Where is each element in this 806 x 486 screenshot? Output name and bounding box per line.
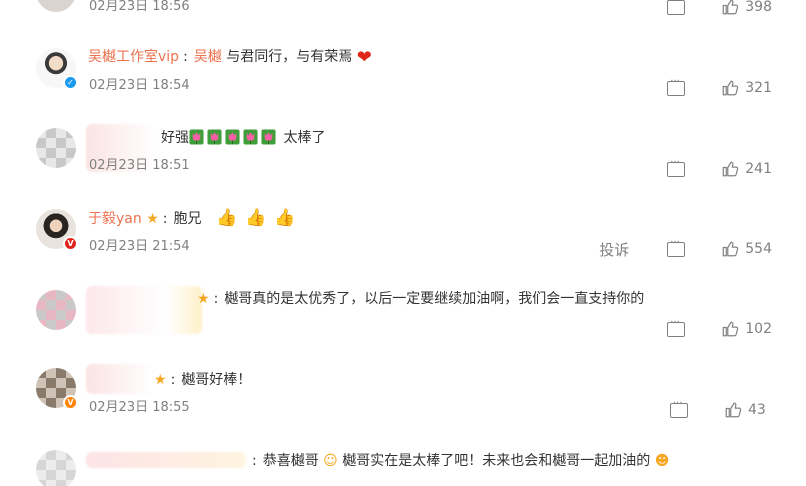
comment-body: 恭喜樾哥 (262, 453, 319, 469)
report-button[interactable]: 投诉 (599, 239, 629, 260)
colon: : (162, 211, 168, 227)
avatar[interactable] (36, 128, 76, 168)
verified-badge-icon: V (63, 236, 78, 251)
verified-badge-icon: V (63, 395, 78, 410)
reply-icon[interactable] (670, 398, 688, 418)
thumbs-up-icon (721, 240, 739, 258)
colon: : (183, 49, 188, 65)
blurred-username (86, 452, 246, 468)
tulip-emoji-icon (261, 129, 276, 145)
tulip-emoji-icon (225, 129, 240, 145)
avatar[interactable]: V (36, 368, 78, 410)
thumbs-up-emoji-icon: 👍 (245, 208, 267, 228)
comment-text: 吴樾工作室vip: 吴樾 与君同行，与有荣焉 ❤ (88, 47, 372, 68)
reply-icon[interactable] (667, 0, 686, 15)
like-button[interactable]: 398 (721, 0, 772, 16)
colon: : (252, 453, 257, 469)
comment-username[interactable]: 吴樾工作室vip (88, 49, 179, 65)
comment-body: 好强 (161, 130, 189, 146)
cheering-emoji-icon: ☺ (323, 453, 338, 469)
like-button[interactable]: 554 (721, 240, 772, 258)
like-count: 102 (745, 321, 772, 337)
thumbs-up-icon (721, 79, 739, 97)
like-count: 241 (745, 161, 772, 177)
crown-emoji-icon: ★ (197, 291, 210, 307)
colon: : (170, 372, 176, 388)
heart-emoji-icon: ❤ (356, 47, 372, 68)
comment-text: 于毅yan ★: 胞兄 👍 👍 👍 (88, 208, 303, 229)
reply-icon[interactable] (667, 76, 686, 96)
reply-icon[interactable] (667, 157, 686, 177)
verified-badge-icon: ✓ (63, 75, 78, 90)
reply-icon[interactable] (667, 237, 686, 257)
comment-actions: 241 (667, 157, 772, 179)
thumbs-up-emoji-icon: 👍 (215, 208, 238, 228)
mention-link[interactable]: 吴樾 (194, 49, 222, 65)
like-count: 321 (745, 80, 772, 96)
like-button[interactable]: 241 (721, 160, 772, 178)
avatar[interactable] (36, 450, 76, 486)
comment-body-suffix: 樾哥实在是太棒了吧！未来也会和樾哥一起加油的 (342, 453, 651, 469)
crown-emoji-icon: ★ (146, 211, 159, 227)
avatar[interactable] (36, 290, 76, 330)
comment-body-suffix: 太棒了 (283, 130, 326, 146)
thumbs-up-icon (724, 401, 742, 419)
avatar[interactable] (36, 0, 76, 12)
comment-text: ★: 樾哥好棒！ (154, 370, 251, 390)
comment-text: : 恭喜樾哥 ☺ 樾哥实在是太棒了吧！未来也会和樾哥一起加油的 ☻ (248, 451, 669, 471)
reply-icon[interactable] (667, 317, 686, 337)
comment-actions: 321 (667, 76, 772, 98)
blurred-username (86, 286, 202, 334)
thumbs-up-icon (721, 320, 739, 338)
thumbs-up-icon (721, 0, 739, 16)
like-button[interactable]: 43 (724, 401, 772, 419)
thumbs-up-icon (721, 160, 739, 178)
comment-date: 02月23日 18:54 (89, 78, 190, 93)
avatar[interactable]: V (36, 209, 78, 251)
comment-date: 02月23日 18:51 (89, 158, 190, 173)
blurred-username (86, 364, 154, 394)
tulip-emoji-icon (207, 129, 222, 145)
comment-date: 02月23日 18:56 (89, 0, 190, 14)
party-face-emoji-icon: ☻ (654, 453, 670, 469)
crown-emoji-icon: ★ (154, 372, 167, 388)
tulip-emoji-icon (243, 129, 258, 145)
colon: : (213, 291, 219, 307)
avatar[interactable]: ✓ (36, 48, 78, 90)
comment-actions: 102 (667, 317, 772, 339)
like-count: 398 (745, 0, 772, 15)
like-button[interactable]: 321 (721, 79, 772, 97)
comment-text: 好强 太棒了 (161, 128, 325, 148)
like-count: 554 (745, 241, 772, 257)
comment-text: ★: 樾哥真的是太优秀了，以后一定要继续加油啊，我们会一直支持你的 (197, 289, 644, 309)
comment-actions: 投诉 554 (599, 237, 772, 260)
comment-username[interactable]: 于毅yan (88, 211, 142, 227)
thumbs-up-emoji-icon: 👍 (274, 208, 296, 228)
comment-body: 樾哥真的是太优秀了，以后一定要继续加油啊，我们会一直支持你的 (224, 291, 645, 307)
like-button[interactable]: 102 (721, 320, 772, 338)
comment-date: 02月23日 21:54 (89, 239, 190, 254)
comment-body: 胞兄 (173, 211, 202, 227)
like-count: 43 (748, 402, 766, 418)
comment-actions: 43 (670, 398, 772, 420)
tulip-emoji-icon (189, 129, 204, 145)
comment-body: 与君同行，与有荣焉 (226, 49, 353, 65)
comment-body: 樾哥好棒！ (181, 372, 252, 388)
comment-date: 02月23日 18:55 (89, 400, 190, 415)
comment-actions: 398 (667, 0, 772, 17)
